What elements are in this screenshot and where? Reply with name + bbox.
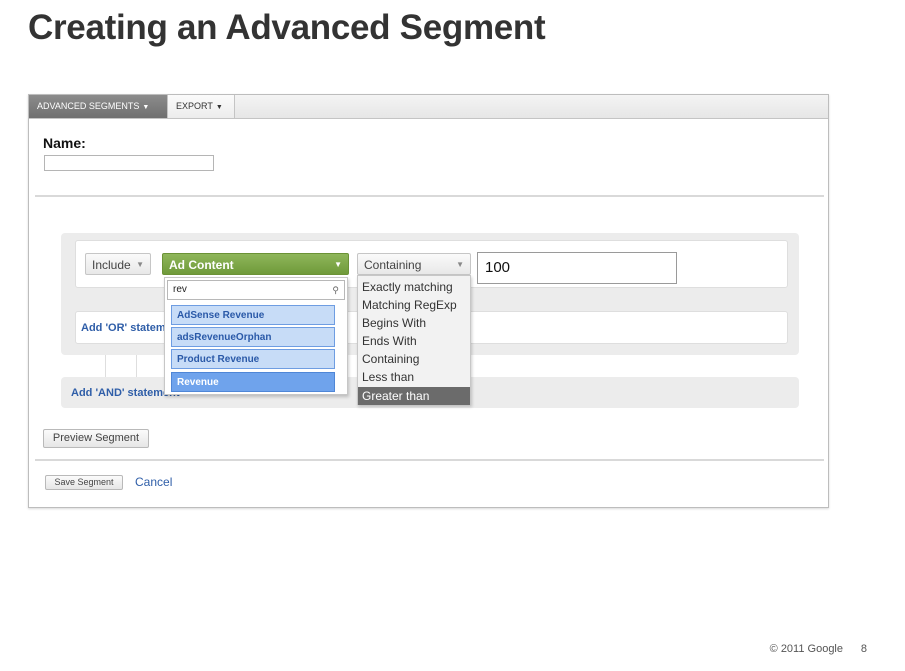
copyright: © 2011 Google (769, 643, 843, 655)
caret-down-icon: ▼ (142, 104, 150, 111)
slide-title: Creating an Advanced Segment (28, 8, 546, 47)
advanced-segments-label: ADVANCED SEGMENTS (37, 101, 140, 111)
match-type-option[interactable]: Containing (358, 350, 470, 368)
dimension-search-input[interactable]: rev ⚲ (167, 280, 345, 300)
dimension-option[interactable]: Product Revenue (171, 349, 335, 369)
match-type-option[interactable]: Ends With (358, 332, 470, 350)
match-type-select-value: Containing (364, 258, 422, 272)
name-label: Name: (43, 135, 86, 151)
match-type-option[interactable]: Matching RegExp (358, 296, 470, 314)
dimension-search-value: rev (173, 284, 187, 295)
match-type-option[interactable]: Exactly matching (358, 278, 470, 296)
value-input[interactable]: 100 (477, 252, 677, 284)
chevron-down-icon: ▼ (334, 260, 342, 269)
match-type-option[interactable]: Begins With (358, 314, 470, 332)
save-segment-button[interactable]: Save Segment (45, 475, 123, 490)
search-icon: ⚲ (332, 285, 339, 295)
dimension-option-highlighted[interactable]: Revenue (171, 372, 335, 392)
page-number: 8 (860, 643, 867, 655)
and-connector (105, 355, 137, 377)
match-type-select[interactable]: Containing ▼ (357, 253, 471, 275)
divider (35, 195, 824, 197)
include-select-value: Include (92, 258, 131, 272)
segment-panel: ADVANCED SEGMENTS ▼ EXPORT ▼ Name: Add 'OR… (28, 94, 829, 508)
toolbar: ADVANCED SEGMENTS ▼ EXPORT ▼ (29, 95, 828, 119)
advanced-segments-button[interactable]: ADVANCED SEGMENTS ▼ (29, 95, 167, 118)
export-button[interactable]: EXPORT ▼ (167, 95, 235, 118)
dimension-option[interactable]: AdSense Revenue (171, 305, 335, 325)
cancel-link[interactable]: Cancel (135, 475, 172, 489)
name-input[interactable] (44, 155, 214, 171)
dimension-select-value: Ad Content (169, 258, 234, 272)
match-type-option[interactable]: Less than (358, 368, 470, 386)
preview-segment-button[interactable]: Preview Segment (43, 429, 149, 448)
dimension-option[interactable]: adsRevenueOrphan (171, 327, 335, 347)
chevron-down-icon: ▼ (136, 260, 144, 269)
include-select[interactable]: Include ▼ (85, 253, 151, 275)
divider (35, 459, 824, 461)
dimension-select[interactable]: Ad Content ▼ (162, 253, 349, 275)
match-type-option-highlighted[interactable]: Greater than (358, 387, 470, 405)
caret-down-icon: ▼ (215, 104, 223, 111)
chevron-down-icon: ▼ (456, 260, 464, 269)
export-label: EXPORT (176, 101, 213, 111)
